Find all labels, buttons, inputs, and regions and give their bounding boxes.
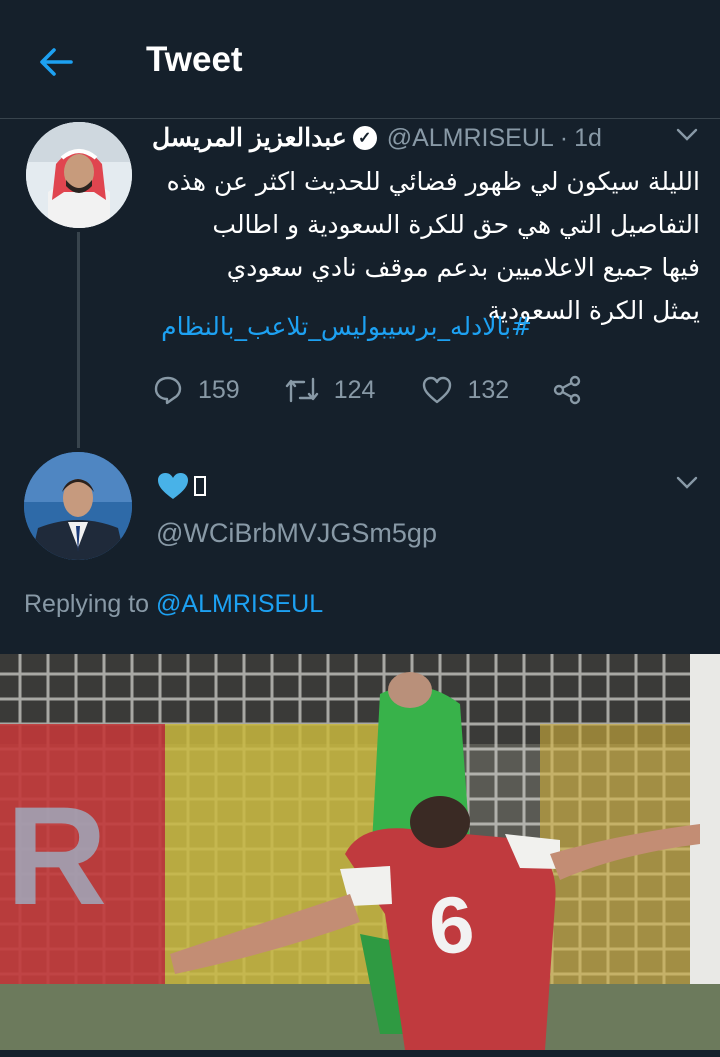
replying-prefix: Replying to — [24, 590, 150, 618]
tweet-text-line: فيها جميع الاعلاميين بدعم موقف نادي سعود… — [226, 253, 700, 282]
attached-media[interactable]: R 6 — [0, 654, 720, 1050]
hashtag-link[interactable]: #بالادله_برسيبوليس_تلاعب_بالنظام — [152, 312, 532, 341]
missing-glyph-icon — [194, 476, 206, 496]
tweet-time[interactable]: 1d — [574, 124, 602, 153]
replying-to-link[interactable]: @ALMRISEUL — [156, 590, 323, 618]
retweet-icon — [285, 377, 318, 403]
more-options-button[interactable] — [672, 120, 702, 150]
chevron-down-icon — [676, 476, 698, 489]
author-handle[interactable]: @ALMRISEUL — [387, 124, 554, 153]
reply-count: 159 — [198, 375, 240, 404]
chevron-down-icon — [676, 128, 698, 141]
page-title: Tweet — [146, 40, 243, 79]
tweet-text-line: التفاصيل التي هي حق للكرة السعودية و اطا… — [212, 210, 700, 239]
share-button[interactable] — [551, 374, 583, 406]
retweet-count: 124 — [333, 375, 376, 404]
jersey-number: 6 — [425, 879, 479, 972]
thread-connector — [77, 232, 80, 448]
top-bar: Tweet — [0, 0, 720, 119]
blue-heart-icon — [158, 473, 188, 499]
user-photo — [26, 122, 132, 228]
like-count: 132 — [467, 375, 510, 404]
back-button[interactable] — [34, 40, 78, 84]
reply-author-handle[interactable]: @WCiBrbMVJGSm5gp — [156, 518, 437, 549]
author-name[interactable]: عبدالعزيز المريسل — [152, 123, 347, 153]
tweet-actions: 159 124 132 — [152, 370, 583, 410]
football-match-photo: R 6 — [0, 654, 720, 1050]
avatar[interactable] — [24, 452, 132, 560]
share-icon — [553, 375, 581, 405]
like-button[interactable]: 132 — [421, 375, 509, 405]
heart-icon — [423, 376, 452, 404]
more-options-button[interactable] — [672, 468, 702, 498]
tweet-text-line: الليلة سيكون لي ظهور فضائي للحديث اكثر ع… — [166, 167, 700, 196]
replying-to: Replying to @ALMRISEUL — [24, 590, 323, 619]
reply-icon — [154, 376, 182, 405]
retweet-button[interactable]: 124 — [284, 375, 376, 405]
verified-badge-icon: ✓ — [352, 126, 377, 150]
user-photo — [24, 452, 132, 560]
reply-author-name[interactable] — [156, 468, 206, 504]
reply-button[interactable]: 159 — [152, 374, 240, 406]
tweet-text: الليلة سيكون لي ظهور فضائي للحديث اكثر ع… — [152, 160, 700, 332]
separator-dot: · — [559, 123, 569, 152]
avatar[interactable] — [26, 122, 132, 228]
tweet-header: عبدالعزيز المريسل ✓ @ALMRISEUL · 1d — [152, 120, 712, 156]
back-arrow-icon — [40, 48, 73, 76]
svg-text:R: R — [6, 777, 107, 934]
